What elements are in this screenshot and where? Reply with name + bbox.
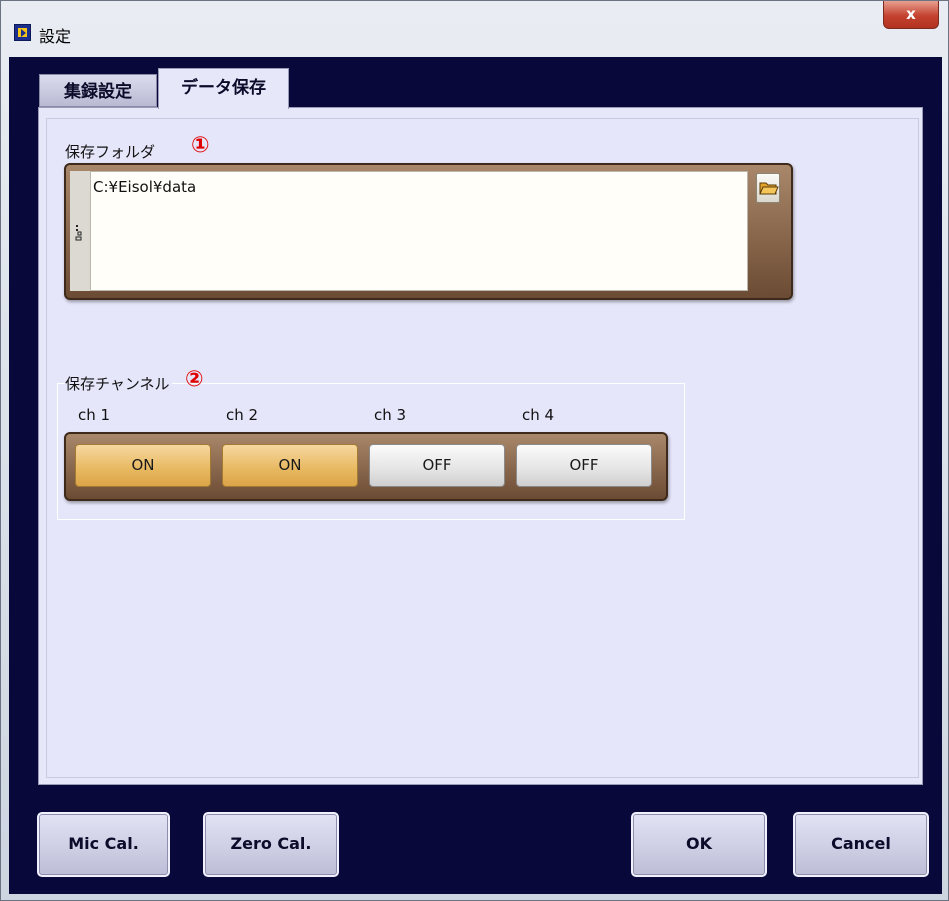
close-button[interactable]: x [883, 1, 939, 29]
save-folder-label: 保存フォルダ [65, 143, 156, 161]
settings-window: 設定 x 集録設定 データ保存 保存フォルダ ① C:¥Eisol¥data 保… [0, 0, 949, 901]
browse-folder-button[interactable] [756, 173, 780, 203]
folder-open-icon [759, 182, 779, 195]
window-title: 設定 [39, 27, 72, 46]
marker-2: ② [185, 367, 204, 392]
ch2-toggle-button[interactable]: ON [222, 444, 358, 487]
cancel-button[interactable]: Cancel [793, 812, 929, 877]
mic-cal-button[interactable]: Mic Cal. [37, 812, 170, 877]
ch4-toggle-button[interactable]: OFF [516, 444, 652, 487]
ch4-label: ch 4 [522, 406, 555, 424]
path-browse-indicator-icon [75, 225, 82, 241]
zero-cal-button[interactable]: Zero Cal. [203, 812, 339, 877]
ch2-label: ch 2 [226, 406, 259, 424]
ch1-toggle-button[interactable]: ON [75, 444, 211, 487]
save-channel-label: 保存チャンネル [65, 373, 172, 394]
ch1-label: ch 1 [78, 406, 111, 424]
tab-data-save[interactable]: データ保存 [158, 68, 289, 109]
marker-1: ① [191, 133, 210, 158]
save-folder-path-input[interactable]: C:¥Eisol¥data [90, 171, 748, 291]
ok-button[interactable]: OK [631, 812, 767, 877]
tab-acquisition-settings[interactable]: 集録設定 [39, 74, 157, 107]
ch3-toggle-button[interactable]: OFF [369, 444, 505, 487]
title-bar[interactable]: 設定 x [1, 1, 948, 57]
app-icon [14, 24, 31, 41]
ch3-label: ch 3 [374, 406, 407, 424]
